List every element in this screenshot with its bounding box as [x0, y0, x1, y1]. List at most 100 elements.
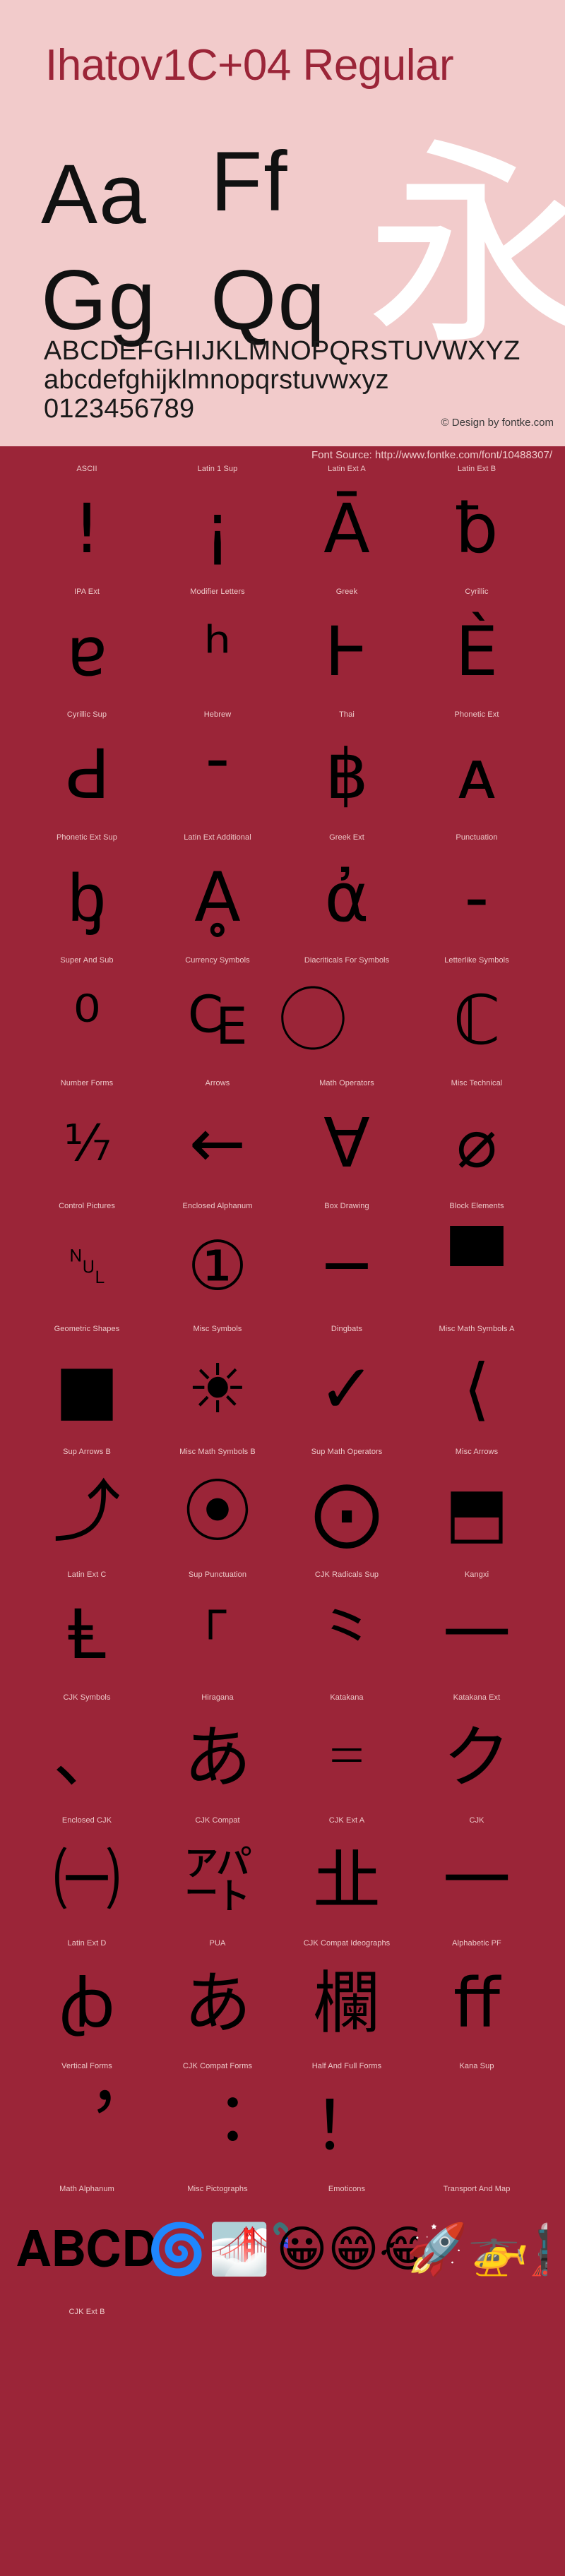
unicode-block-label: Diacriticals For Symbols — [276, 956, 417, 965]
unicode-block-label: Punctuation — [406, 833, 547, 842]
unicode-block-cell: CJK Compat Ideographs 欄 — [276, 1939, 417, 2062]
unicode-block-glyph: 㐀 — [276, 1827, 417, 1938]
unicode-block-cell: Emoticons 😀😁😂😃 — [276, 2185, 417, 2308]
unicode-block-row: Latin Ext D ꞗ PUA あ CJK Compat Ideographs 欄 Al… — [0, 1939, 565, 2062]
sample-aa: Aa — [41, 152, 148, 237]
unicode-block-cell: Vertical Forms ︐ — [16, 2062, 157, 2185]
unicode-block-cell: Thai ฿ — [276, 710, 417, 833]
unicode-block-cell: Misc Technical ⌀ — [406, 1079, 547, 1202]
unicode-block-glyph: あ — [147, 1705, 288, 1815]
unicode-block-cell: Cyrillic Ѐ — [406, 588, 547, 710]
unicode-block-label: Latin 1 Sup — [147, 465, 288, 474]
unicode-block-glyph: ₠ — [147, 967, 288, 1078]
unicode-block-cell: Super And Sub ⁰ — [16, 956, 157, 1079]
page-title: Ihatov1C+04 Regular — [45, 44, 453, 88]
unicode-block-label: CJK Radicals Sup — [276, 1570, 417, 1580]
alphabet-block: ABCDEFGHIJKLMNOPQRSTUVWXYZ abcdefghijklm… — [44, 337, 552, 424]
unicode-block-cell: Enclosed CJK ㈠ — [16, 1816, 157, 1939]
unicode-block-glyph: 一 — [406, 1827, 547, 1938]
sample-gg: Gg — [41, 258, 157, 342]
unicode-block-label: Super And Sub — [16, 956, 157, 965]
unicode-block-glyph: Ā — [276, 476, 417, 586]
unicode-block-cell: Letterlike Symbols ℂ — [406, 956, 547, 1079]
unicode-block-cell: Latin 1 Sup ¡ — [147, 465, 288, 588]
unicode-block-cell: CJK Compat ㌀ — [147, 1816, 288, 1939]
unicode-block-glyph: ︓ — [147, 2073, 288, 2183]
unicode-block-cell: Katakana Ext ク — [406, 1693, 547, 1816]
unicode-block-label: Thai — [276, 710, 417, 720]
alphabet-lowercase: abcdefghijklmnopqrstuvwxyz — [44, 366, 552, 395]
unicode-block-cell: Greek Ext ἀ — [276, 833, 417, 956]
unicode-block-cell: Sup Arrows B ⤴ — [16, 1448, 157, 1570]
unicode-block-row: Number Forms ⅐ Arrows ← Math Operators ∀ Misc … — [0, 1079, 565, 1202]
unicode-block-glyph: ‐ — [406, 845, 547, 955]
unicode-block-label: Latin Ext A — [276, 465, 417, 474]
unicode-block-row: Sup Arrows B ⤴ Misc Math Symbols B ⦿ Sup Mat… — [0, 1448, 565, 1570]
unicode-block-glyph: ℂ — [406, 967, 547, 1078]
unicode-block-glyph: ① — [147, 1213, 288, 1323]
unicode-block-label: Dingbats — [276, 1325, 417, 1334]
unicode-block-cell: Half And Full Forms ！ — [276, 2062, 417, 2185]
unicode-block-glyph: ▀ — [406, 1213, 547, 1323]
unicode-block-glyph: ɐ — [16, 599, 157, 709]
unicode-block-label: CJK Symbols — [16, 1693, 157, 1703]
unicode-block-label: Katakana — [276, 1693, 417, 1703]
unicode-block-cell: CJK 一 — [406, 1816, 547, 1939]
unicode-block-label: Latin Ext Additional — [147, 833, 288, 842]
unicode-block-row: CJK Ext B 𠀀𠀁𠀂 — [0, 2308, 565, 2431]
unicode-block-glyph: ！ — [276, 2073, 417, 2183]
unicode-block-cell: Geometric Shapes ■ — [16, 1325, 157, 1448]
unicode-block-glyph: ← — [147, 1090, 288, 1200]
unicode-block-label: Sup Arrows B — [16, 1448, 157, 1457]
unicode-block-glyph: ⼀ — [406, 1582, 547, 1692]
sample-qq: Qq — [210, 258, 326, 342]
unicode-block-cell: Latin Ext A Ā — [276, 465, 417, 588]
unicode-block-cell: Phonetic Ext Sup ᶀ — [16, 833, 157, 956]
unicode-block-label: ASCII — [16, 465, 157, 474]
unicode-block-label: Alphabetic PF — [406, 1939, 547, 1948]
unicode-block-cell: ASCII! — [16, 465, 157, 588]
unicode-block-cell: Cyrillic Sup Ԁ — [16, 710, 157, 833]
unicode-block-label: Block Elements — [406, 1202, 547, 1211]
unicode-block-cell: Diacriticals For Symbols⃝ — [276, 956, 417, 1079]
unicode-block-cell: Box Drawing ─ — [276, 1202, 417, 1325]
unicode-block-label: PUA — [147, 1939, 288, 1948]
unicode-block-cell: Hebrew ־ — [147, 710, 288, 833]
unicode-block-cell: Enclosed Alphanum ① — [147, 1202, 288, 1325]
unicode-block-row: Math Alphanum𝐀𝐁𝐂𝐃Misc Pictographs 🌀🌁🌂🌃Emo… — [0, 2185, 565, 2308]
unicode-block-glyph: ク — [406, 1705, 547, 1815]
copyright-credit: © Design by fontke.com — [441, 417, 554, 429]
unicode-block-label: Latin Ext C — [16, 1570, 157, 1580]
unicode-block-cell: Misc Symbols ☀ — [147, 1325, 288, 1448]
unicode-block-row: Geometric Shapes ■ Misc Symbols ☀ Dingbats ✓ M… — [0, 1325, 565, 1448]
unicode-block-cell: Misc Math Symbols B ⦿ — [147, 1448, 288, 1570]
unicode-block-glyph: 🌀🌁🌂🌃 — [147, 2196, 288, 2306]
unicode-block-row: Phonetic Ext Sup ᶀ Latin Ext Additional Ḁ Gr… — [0, 833, 565, 956]
unicode-block-glyph: 🚀🚁🚂🚃 — [406, 2196, 547, 2306]
unicode-block-glyph: ᶀ — [16, 845, 157, 955]
font-source-band: Font Source: http://www.fontke.com/font/… — [0, 446, 565, 465]
unicode-block-label: Phonetic Ext Sup — [16, 833, 157, 842]
unicode-block-label: CJK Compat Ideographs — [276, 1939, 417, 1948]
alphabet-uppercase: ABCDEFGHIJKLMNOPQRSTUVWXYZ — [44, 337, 552, 366]
unicode-block-label: Misc Pictographs — [147, 2185, 288, 2194]
unicode-block-label: CJK Compat Forms — [147, 2062, 288, 2071]
unicode-block-cell: Number Forms ⅐ — [16, 1079, 157, 1202]
unicode-block-cell: Math Operators ∀ — [276, 1079, 417, 1202]
unicode-block-label: Cyrillic — [406, 588, 547, 597]
unicode-block-glyph: 、 — [16, 1705, 157, 1815]
unicode-block-label: CJK — [406, 1816, 547, 1825]
unicode-block-row: IPA Ext ɐ Modifier Letters ʰ Greek Ͱ Cyrillic Ѐ — [0, 588, 565, 710]
unicode-block-glyph: Ⱡ — [16, 1582, 157, 1692]
unicode-block-cell: Sup Punctuation ⸀ — [147, 1570, 288, 1693]
unicode-block-grid: ASCII! Latin 1 Sup ¡ Latin Ext A Ā Latin Ext … — [0, 465, 565, 2431]
unicode-block-glyph: 😀😁😂😃 — [276, 2196, 417, 2306]
unicode-block-label: Vertical Forms — [16, 2062, 157, 2071]
unicode-block-cell: Misc Pictographs 🌀🌁🌂🌃 — [147, 2185, 288, 2308]
unicode-block-cell: Math Alphanum 𝐀𝐁𝐂𝐃 — [16, 2185, 157, 2308]
unicode-block-label: Letterlike Symbols — [406, 956, 547, 965]
unicode-block-label: Sup Math Operators — [276, 1448, 417, 1457]
unicode-block-glyph: ⬒ — [406, 1459, 547, 1569]
unicode-block-glyph: ∀ — [276, 1090, 417, 1200]
unicode-block-cell: Transport And Map🚀🚁🚂🚃 — [406, 2185, 547, 2308]
